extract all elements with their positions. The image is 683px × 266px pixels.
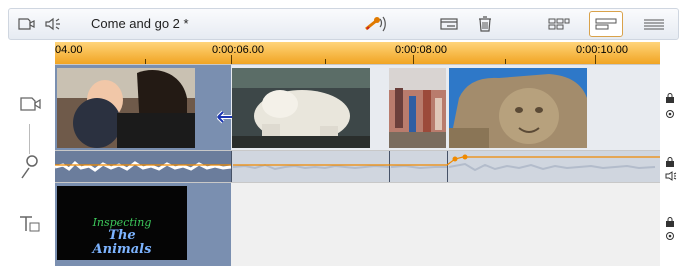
video-clip-baby-and-mother[interactable] [57, 68, 195, 148]
video-clip-people-playground[interactable] [389, 68, 446, 148]
scissors-audio-icon[interactable] [362, 13, 388, 35]
title-line-3: Animals [92, 242, 152, 257]
track-controls-column [662, 64, 679, 266]
video-track[interactable] [55, 64, 660, 151]
video-track-icon[interactable] [18, 94, 42, 119]
clip-properties-icon[interactable] [438, 13, 460, 35]
ruler-label: 0:00:06.00 [212, 44, 264, 56]
tracks-area: Inspecting The Animals [55, 64, 660, 266]
title-track-icon[interactable] [18, 214, 42, 239]
storyboard-view-icon[interactable] [546, 13, 572, 35]
title-line-2: The [108, 228, 136, 243]
title-visibility-icon[interactable] [665, 228, 675, 246]
trash-icon[interactable] [474, 13, 496, 35]
timeline-view-icon [595, 18, 617, 30]
audio-track[interactable] [55, 150, 660, 183]
video-clip-polar-bear[interactable] [232, 68, 370, 148]
ruler-label: 0:00:08.00 [395, 44, 447, 56]
audio-track-icon[interactable] [18, 152, 40, 185]
project-title: Come and go 2 * [91, 16, 189, 31]
timeline-view-button[interactable] [589, 11, 623, 37]
video-clip-stone-statue[interactable] [449, 68, 587, 148]
speaker-volume-icon[interactable] [42, 13, 64, 35]
audio-waveform [55, 154, 660, 172]
camera-track-icon[interactable] [15, 13, 37, 35]
title-track[interactable]: Inspecting The Animals [55, 182, 660, 266]
ruler-label: 04.00 [55, 44, 83, 56]
title-clip-inspecting-the-animals[interactable]: Inspecting The Animals [57, 186, 187, 260]
time-ruler[interactable]: 04.00 0:00:06.00 0:00:08.00 0:00:10.00 [55, 42, 660, 66]
video-visibility-icon[interactable] [665, 106, 675, 124]
audio-speaker-icon[interactable] [665, 168, 677, 186]
timeline-window: Come and go 2 * 04.00 0:00:06.00 0:00:08… [0, 0, 683, 266]
track-divider-line [29, 124, 30, 154]
track-header-sidebar [8, 64, 55, 264]
ruler-label: 0:00:10.00 [576, 44, 628, 56]
timeline-toolbar: Come and go 2 * [8, 8, 679, 40]
text-view-icon[interactable] [641, 13, 667, 35]
